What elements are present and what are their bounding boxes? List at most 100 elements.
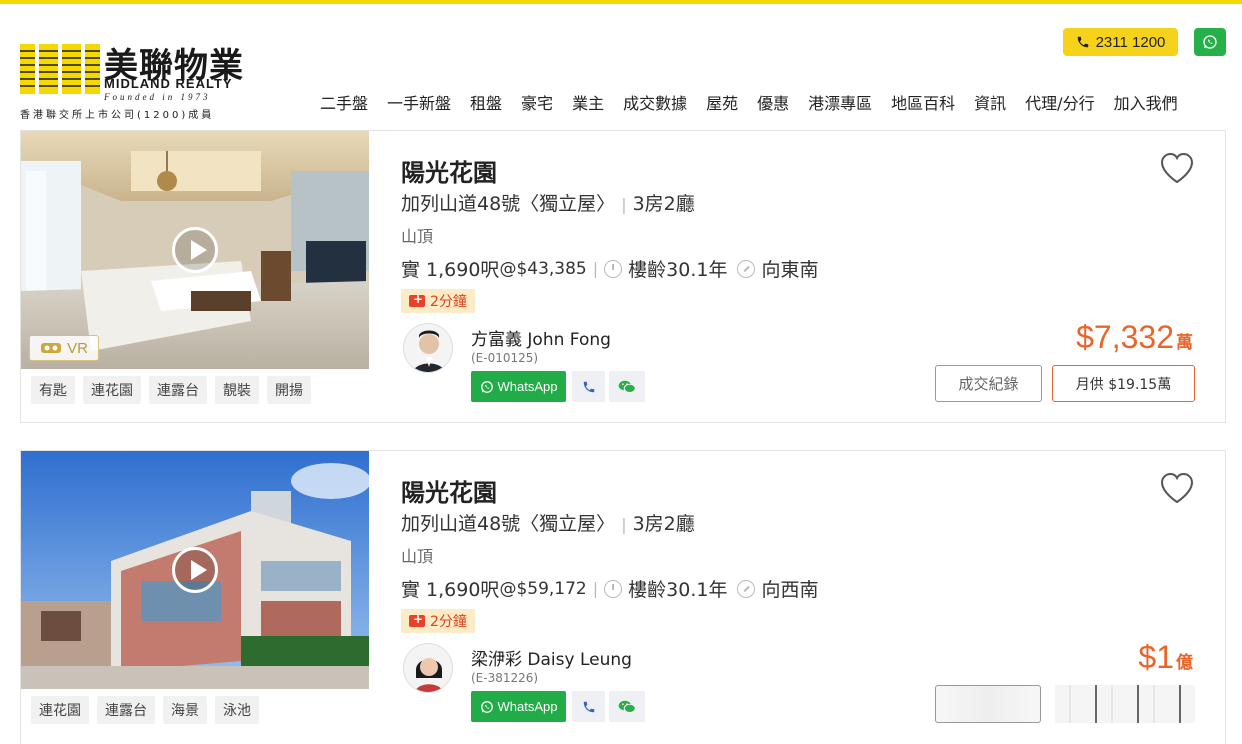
site-header: 美聯物業 MIDLAND REALTY Founded in 1973 香港聯交… (0, 4, 1242, 126)
whatsapp-icon (1203, 35, 1217, 49)
nav-item-estates[interactable]: 屋苑 (706, 90, 738, 114)
favorite-heart-icon[interactable] (1159, 151, 1195, 185)
hospital-icon (409, 612, 425, 627)
feature-tag: 連花園 (31, 696, 89, 724)
favorite-heart-icon[interactable] (1159, 471, 1195, 505)
wechat-agent-button[interactable] (609, 371, 645, 402)
travel-time: 2分鐘 (430, 614, 467, 630)
divider: | (621, 515, 627, 534)
listing-title[interactable]: 陽光花園 (401, 153, 497, 188)
listing-info: 陽光花園 加列山道48號〈獨立屋〉 | 3房2廳 山頂 實 1,690呎 @$59,… (401, 451, 1001, 744)
nav-item-news[interactable]: 資訊 (974, 90, 1006, 114)
vr-badge[interactable]: VR (29, 335, 99, 361)
obscured-action-buttons (935, 685, 1205, 723)
feature-tag: 有匙 (31, 376, 75, 404)
building-age: 樓齡30.1年 (628, 579, 728, 601)
listing-card[interactable]: 連花園 連露台 海景 泳池 陽光花園 加列山道48號〈獨立屋〉 | 3房2廳 山頂 … (20, 450, 1226, 744)
whatsapp-icon (480, 700, 493, 713)
hospital-icon (409, 292, 425, 307)
feature-tag: 海景 (163, 696, 207, 724)
feature-tag: 連露台 (97, 696, 155, 724)
listing-photo[interactable] (21, 451, 369, 689)
divider: | (592, 259, 599, 278)
hotline-button[interactable]: 2311 1200 (1063, 28, 1178, 56)
unit-price: @$43,385 (499, 258, 587, 279)
phone-icon (1077, 36, 1088, 48)
feature-tag: 靚裝 (215, 376, 259, 404)
play-video-button[interactable] (172, 227, 218, 273)
travel-time-badge: 2分鐘 (401, 609, 475, 633)
nav-item-transactions[interactable]: 成交數據 (623, 90, 687, 114)
nav-item-rent[interactable]: 租盤 (470, 90, 502, 114)
facing-direction: 向東南 (761, 259, 819, 281)
price-unit: 億 (1176, 653, 1193, 673)
header-whatsapp-button[interactable] (1194, 28, 1226, 56)
listing-specs: 實 1,690呎 @$59,172 | 樓齡30.1年 向西南 (401, 575, 818, 602)
obscured-button[interactable] (1055, 685, 1195, 723)
nav-item-agents[interactable]: 代理/分行 (1025, 90, 1094, 114)
listing-district: 山頂 (401, 547, 434, 566)
hotline-number: 2311 1200 (1095, 33, 1166, 51)
midland-logo[interactable]: 美聯物業 MIDLAND REALTY Founded in 1973 香港聯交… (20, 40, 260, 122)
nav-item-new-homes[interactable]: 一手新盤 (387, 90, 451, 114)
price-amount: $1 (1138, 639, 1174, 675)
transaction-record-button[interactable]: 成交紀錄 (935, 365, 1042, 402)
travel-time-badge: 2分鐘 (401, 289, 475, 313)
midland-logo-icon (20, 44, 100, 94)
listing-address: 加列山道48號〈獨立屋〉 | 3房2廳 (401, 189, 695, 216)
agent-license: (E-010125) (471, 351, 539, 365)
agent-name[interactable]: 梁洢彩 Daisy Leung (471, 645, 632, 670)
nav-item-join-us[interactable]: 加入我們 (1114, 90, 1178, 114)
divider: | (621, 195, 627, 214)
divider: | (592, 579, 599, 598)
clock-icon (604, 579, 623, 598)
play-video-button[interactable] (172, 547, 218, 593)
listing-title[interactable]: 陽光花園 (401, 473, 497, 508)
whatsapp-agent-button[interactable]: WhatsApp (471, 691, 566, 722)
whatsapp-agent-button[interactable]: WhatsApp (471, 371, 566, 402)
compass-icon (737, 259, 756, 278)
brand-name-en: MIDLAND REALTY (104, 76, 233, 91)
agent-avatar[interactable] (403, 323, 453, 373)
listing-address: 加列山道48號〈獨立屋〉 | 3房2廳 (401, 509, 695, 536)
feature-tag: 連花園 (83, 376, 141, 404)
listing-photo[interactable]: VR (21, 131, 369, 369)
nav-item-luxury[interactable]: 豪宅 (521, 90, 553, 114)
agent-name[interactable]: 方富義 John Fong (471, 325, 611, 350)
facing-direction: 向西南 (761, 579, 819, 601)
feature-tag: 泳池 (215, 696, 259, 724)
obscured-button[interactable] (935, 685, 1041, 723)
room-layout: 3房2廳 (632, 513, 695, 535)
monthly-payment-button[interactable]: 月供 $19.15萬 (1052, 365, 1195, 402)
vr-label: VR (67, 339, 88, 357)
saleable-area: 實 1,690呎 (401, 259, 500, 281)
price-amount: $7,332 (1076, 319, 1174, 355)
vr-goggles-icon (41, 343, 62, 353)
building-age: 樓齡30.1年 (628, 259, 728, 281)
feature-tag: 開揚 (267, 376, 311, 404)
listing-price: $7,332 萬 (1076, 319, 1193, 356)
call-agent-button[interactable] (572, 371, 605, 402)
feature-tags: 有匙 連花園 連露台 靚裝 開揚 (31, 376, 311, 404)
whatsapp-icon (480, 380, 493, 393)
saleable-area: 實 1,690呎 (401, 579, 500, 601)
wechat-icon (618, 700, 636, 713)
listing-specs: 實 1,690呎 @$43,385 | 樓齡30.1年 向東南 (401, 255, 818, 282)
call-agent-button[interactable] (572, 691, 605, 722)
clock-icon (604, 259, 623, 278)
feature-tag: 連露台 (149, 376, 207, 404)
travel-time: 2分鐘 (430, 294, 467, 310)
address-text: 加列山道48號〈獨立屋〉 (401, 193, 616, 215)
phone-icon (583, 701, 594, 712)
phone-icon (583, 381, 594, 392)
agent-avatar[interactable] (403, 643, 453, 693)
nav-item-offers[interactable]: 優惠 (757, 90, 789, 114)
nav-item-district-wiki[interactable]: 地區百科 (891, 90, 955, 114)
nav-item-owners[interactable]: 業主 (572, 90, 604, 114)
agent-photo (404, 324, 452, 372)
nav-item-newcomers[interactable]: 港漂專區 (808, 90, 872, 114)
wechat-agent-button[interactable] (609, 691, 645, 722)
nav-item-secondhand[interactable]: 二手盤 (320, 90, 368, 114)
compass-icon (737, 579, 756, 598)
listing-card[interactable]: VR 有匙 連花園 連露台 靚裝 開揚 陽光花園 加列山道48號〈獨立屋〉 | 3房… (20, 130, 1226, 423)
